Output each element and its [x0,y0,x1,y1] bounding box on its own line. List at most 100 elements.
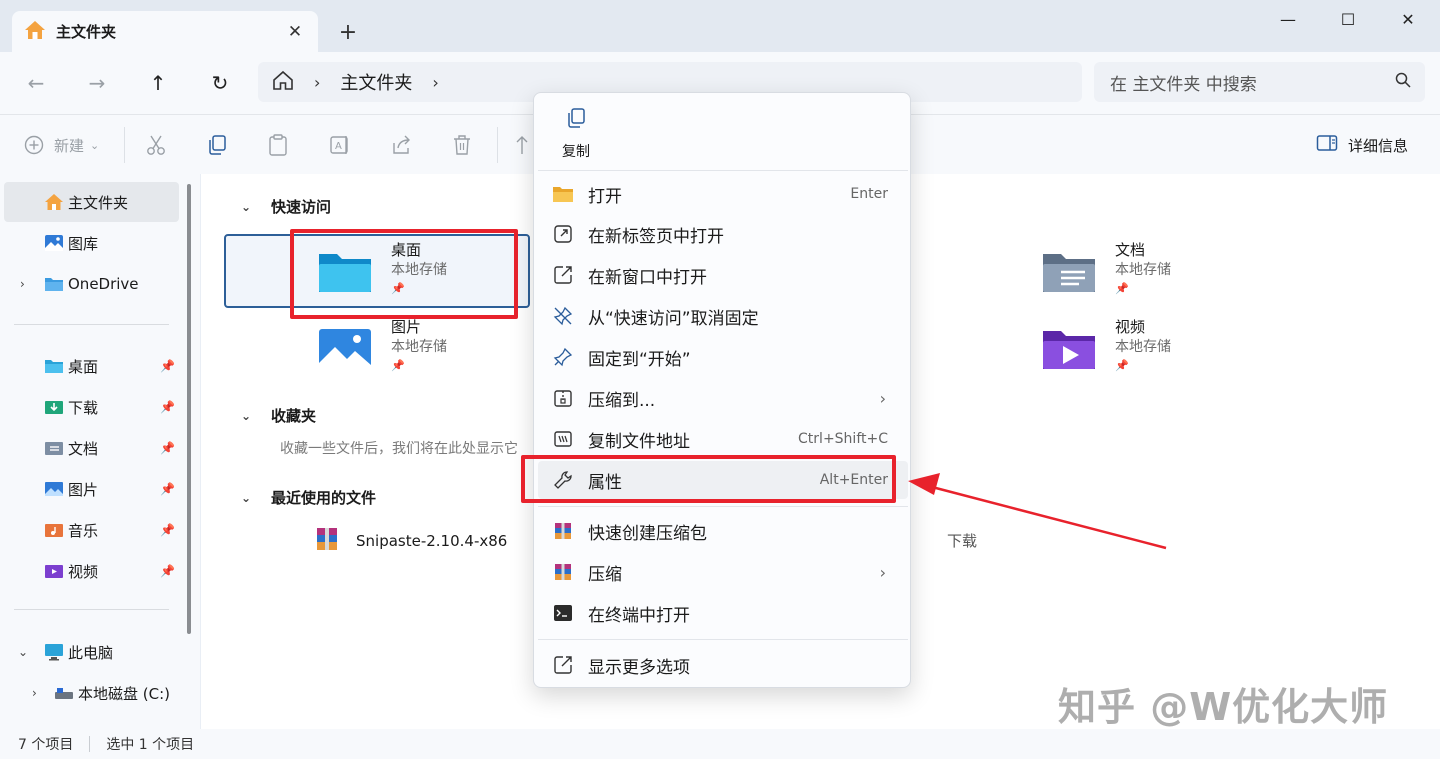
menu-item-label: 压缩 [588,564,622,585]
section-favorites[interactable]: ⌄ 收藏夹 [241,405,316,426]
menu-item-quick-archive[interactable]: 快速创建压缩包 [538,512,908,550]
menu-item-open-terminal[interactable]: 在终端中打开 [538,594,908,632]
pictures-folder-icon [44,479,64,499]
menu-item-shortcut: Ctrl+Shift+C [798,431,888,447]
sort-icon[interactable] [514,131,530,159]
copy-button[interactable]: 复制 [554,107,598,163]
breadcrumb-home[interactable]: 主文件夹 [340,69,412,95]
tab-home[interactable]: 主文件夹 ✕ [12,11,318,52]
up-icon[interactable]: ↑ [138,66,178,100]
sidebar-divider [14,609,169,610]
menu-item-unpin-quick-access[interactable]: 从“快速访问”取消固定 [538,297,908,335]
menu-item-open-new-window[interactable]: 在新窗口中打开 [538,256,908,294]
sidebar-item-videos[interactable]: 视频 📌 [4,551,179,591]
sidebar-item-desktop[interactable]: 桌面 📌 [4,346,179,386]
sidebar-item-label: 视频 [68,562,99,581]
delete-icon[interactable] [452,131,472,159]
menu-item-pin-start[interactable]: 固定到“开始” [538,338,908,376]
pin-icon[interactable]: 📌 [160,482,175,496]
sidebar-item-documents[interactable]: 文档 📌 [4,428,179,468]
zip-icon [552,387,574,409]
home-outline-icon[interactable] [272,70,294,94]
pin-icon[interactable]: 📌 [160,523,175,537]
chevron-down-icon[interactable]: ⌄ [241,491,271,505]
pin-icon[interactable]: 📌 [160,441,175,455]
menu-item-label: 复制文件地址 [588,431,690,452]
search-input[interactable]: 在 主文件夹 中搜索 [1094,62,1425,102]
refresh-icon[interactable]: ↻ [200,66,240,100]
menu-item-more-options[interactable]: 显示更多选项 [538,646,908,684]
sidebar-item-label: 文档 [68,439,99,458]
details-pane-icon [1316,134,1338,156]
tile-sub: 本地存储 [391,339,447,355]
toolbar-divider [124,127,125,163]
chevron-down-icon[interactable]: ⌄ [241,409,271,423]
tile-sub: 本地存储 [1115,262,1171,278]
back-icon[interactable]: ← [16,66,56,100]
new-tab-icon [552,223,574,245]
copy-path-icon [552,428,574,450]
sidebar-item-music[interactable]: 音乐 📌 [4,510,179,550]
pin-icon[interactable]: 📌 [160,400,175,414]
sidebar-item-this-pc[interactable]: ⌄ 此电脑 [4,632,179,672]
section-quick-access[interactable]: ⌄ 快速访问 [241,196,331,217]
chevron-right-icon: › [879,388,886,408]
tile-documents[interactable]: 文档 本地存储 📌 [1041,240,1171,318]
sidebar-item-label: OneDrive [68,275,139,293]
menu-item-label: 在终端中打开 [588,605,690,626]
chevron-down-icon[interactable]: ⌄ [18,645,28,659]
section-recent[interactable]: ⌄ 最近使用的文件 [241,487,376,508]
chevron-right-icon[interactable]: › [32,686,37,700]
menu-item-label: 显示更多选项 [588,657,690,678]
close-tab-icon[interactable]: ✕ [280,17,310,47]
menu-item-open[interactable]: 打开 Enter [538,175,908,213]
menu-item-compress[interactable]: 压缩 › [538,553,908,591]
rename-icon[interactable]: A [329,131,351,159]
search-icon[interactable] [1395,72,1411,92]
paste-icon[interactable] [268,131,288,159]
sidebar-item-home[interactable]: 主文件夹 [4,182,179,222]
sidebar-item-onedrive[interactable]: › OneDrive [4,264,179,304]
pin-icon[interactable]: 📌 [160,564,175,578]
tile-name: 图片 [391,318,422,336]
details-button[interactable]: 详细信息 [1316,131,1408,159]
item-count: 7 个项目 [18,737,74,753]
tile-pictures[interactable]: 图片 本地存储 📌 [317,317,447,395]
menu-item-open-new-tab[interactable]: 在新标签页中打开 [538,215,908,253]
chevron-right-icon[interactable]: › [20,277,25,291]
sidebar-item-local-disk[interactable]: › 本地磁盘 (C:) [4,673,179,713]
new-button[interactable]: 新建 ⌄ [24,131,99,159]
pin-icon: 📌 [1115,359,1129,372]
details-label: 详细信息 [1348,136,1409,155]
sidebar-item-gallery[interactable]: 图库 [4,223,179,263]
menu-divider [538,506,908,507]
forward-icon[interactable]: → [77,66,117,100]
menu-item-copy-path[interactable]: 复制文件地址 Ctrl+Shift+C [538,420,908,458]
sidebar-item-label: 此电脑 [68,643,114,662]
favorites-hint: 收藏一些文件后，我们将在此处显示它 [280,441,518,457]
sidebar-scrollbar[interactable] [187,184,191,634]
chevron-down-icon[interactable]: ⌄ [241,200,271,214]
videos-folder-icon [44,561,64,581]
menu-item-compress-to[interactable]: 压缩到... › [538,379,908,417]
chevron-right-icon[interactable]: › [432,73,438,92]
sidebar-item-downloads[interactable]: 下载 📌 [4,387,179,427]
share-icon[interactable] [391,131,413,159]
terminal-icon [552,602,574,624]
maximize-button[interactable]: ☐ [1318,0,1378,38]
cut-icon[interactable] [146,131,166,159]
new-tab-button[interactable]: + [333,18,363,46]
minimize-button[interactable]: — [1258,0,1318,38]
computer-icon [44,642,64,662]
menu-item-label: 固定到“开始” [588,349,691,370]
copy-icon [565,107,587,133]
sidebar-item-pictures[interactable]: 图片 📌 [4,469,179,509]
sidebar-item-label: 桌面 [68,357,99,376]
close-window-button[interactable]: ✕ [1378,0,1438,38]
copy-icon[interactable] [207,131,227,159]
tile-videos[interactable]: 视频 本地存储 📌 [1041,317,1171,395]
pin-icon[interactable]: 📌 [160,359,175,373]
chevron-right-icon[interactable]: › [314,73,320,92]
folder-icon [552,183,574,205]
desktop-folder-icon [44,356,64,376]
